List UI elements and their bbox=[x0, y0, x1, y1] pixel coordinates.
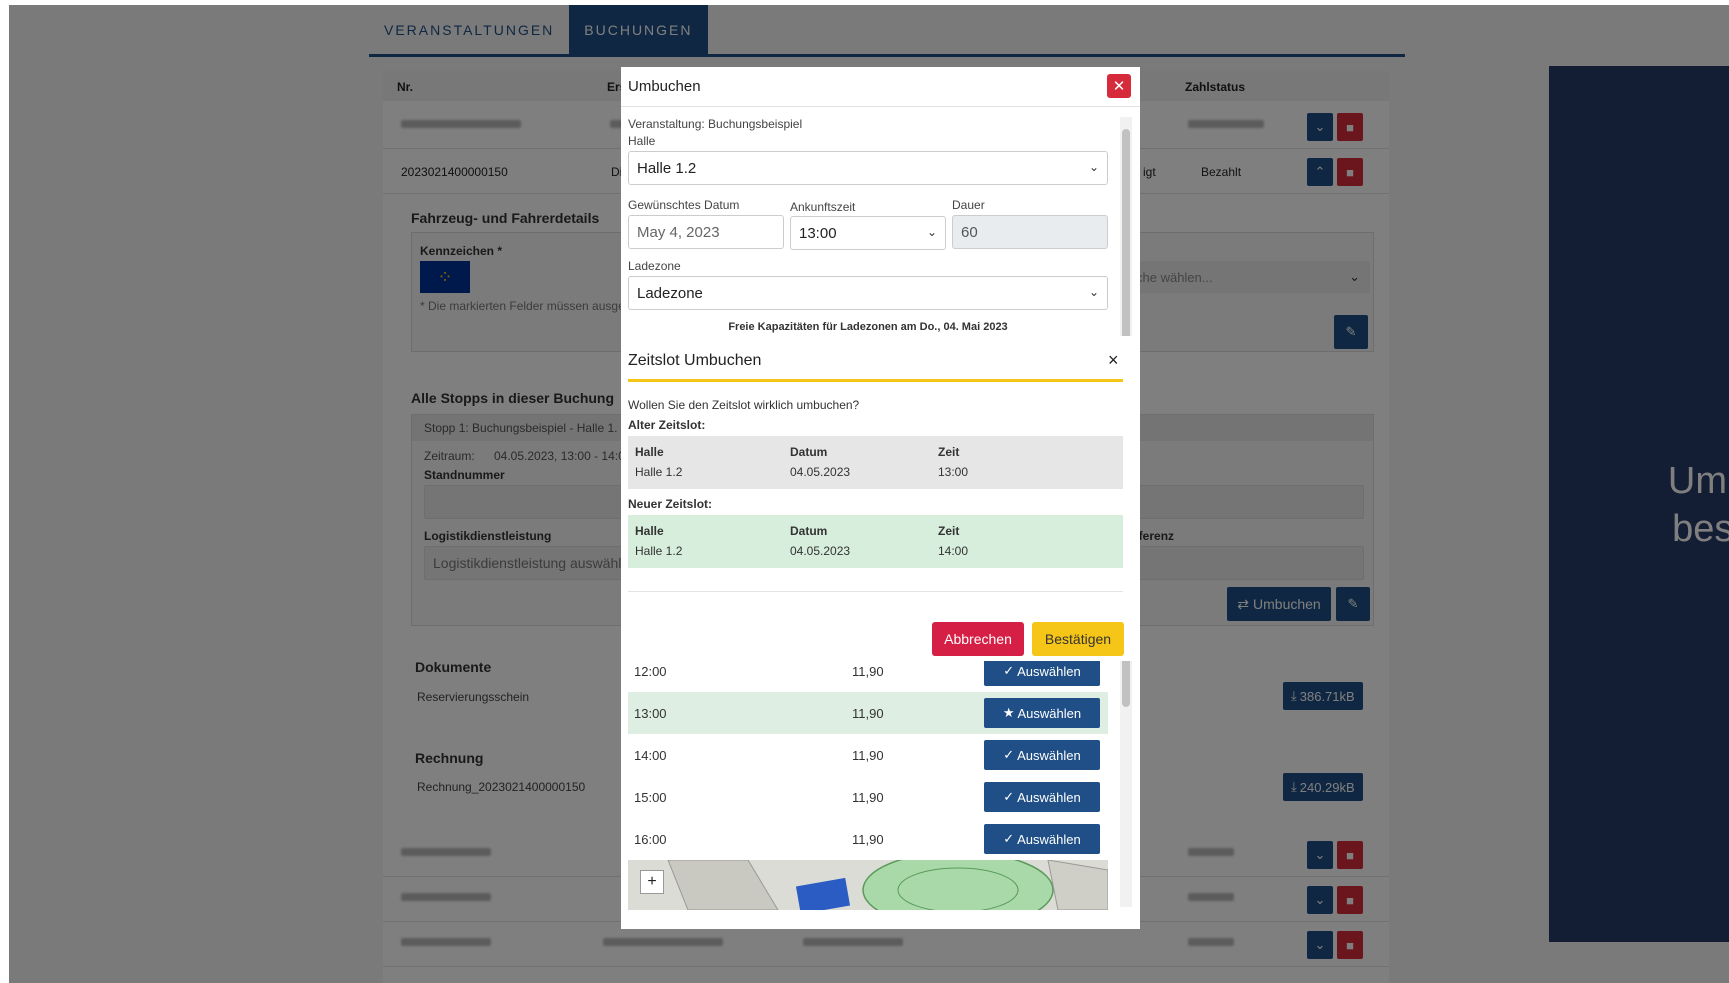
rebook-modal-title: Umbuchen bbox=[628, 78, 701, 95]
new-hall: Halle 1.2 bbox=[635, 544, 683, 558]
col-time: Zeit bbox=[938, 445, 960, 459]
slot-price: 11,90 bbox=[852, 790, 884, 805]
select-slot-button[interactable]: ★ Auswählen bbox=[984, 698, 1100, 728]
confirm-button[interactable]: Bestätigen bbox=[1032, 622, 1124, 656]
confirm-modal-title: Zeitslot Umbuchen bbox=[628, 352, 762, 369]
date-value: May 4, 2023 bbox=[637, 224, 720, 241]
hall-value: Halle 1.2 bbox=[637, 160, 697, 177]
date-label: Gewünschtes Datum bbox=[628, 198, 740, 212]
date-input[interactable]: May 4, 2023 bbox=[628, 215, 784, 249]
check-icon: ✓ bbox=[1003, 663, 1015, 678]
duration-label: Dauer bbox=[952, 198, 985, 212]
event-label: Veranstaltung: Buchungsbeispiel bbox=[628, 117, 803, 131]
confirm-modal: Zeitslot Umbuchen × Wollen Sie den Zeits… bbox=[621, 336, 1140, 661]
select-label: Auswählen bbox=[1017, 789, 1081, 805]
col-date: Datum bbox=[790, 445, 828, 459]
slot-row-current: 13:00 11,90 ★ Auswählen bbox=[628, 692, 1108, 734]
new-time: 14:00 bbox=[938, 544, 969, 558]
close-button[interactable]: ✕ bbox=[1107, 74, 1131, 98]
chevron-down-icon: ⌄ bbox=[1088, 285, 1099, 299]
duration-value: 60 bbox=[961, 224, 978, 241]
slot-row: 16:00 11,90 ✓ Auswählen bbox=[628, 818, 1108, 860]
check-icon: ✓ bbox=[1003, 789, 1015, 804]
close-icon[interactable]: × bbox=[1108, 350, 1119, 371]
slot-row: 15:00 11,90 ✓ Auswählen bbox=[628, 776, 1108, 818]
col-time: Zeit bbox=[938, 524, 960, 538]
slot-price: 11,90 bbox=[852, 664, 884, 679]
site-map-image bbox=[628, 860, 1108, 910]
old-date: 04.05.2023 bbox=[790, 465, 851, 479]
new-slot-box: Halle Datum Zeit Halle 1.2 04.05.2023 14… bbox=[628, 515, 1123, 568]
col-hall: Halle bbox=[635, 445, 664, 459]
old-time: 13:00 bbox=[938, 465, 969, 479]
col-hall: Halle bbox=[635, 524, 664, 538]
slot-time: 14:00 bbox=[634, 748, 667, 763]
select-slot-button[interactable]: ✓ Auswählen bbox=[984, 782, 1100, 812]
rebook-modal-header: Umbuchen ✕ bbox=[621, 67, 1140, 107]
zone-label: Ladezone bbox=[628, 259, 681, 273]
old-slot-box: Halle Datum Zeit Halle 1.2 04.05.2023 13… bbox=[628, 436, 1123, 489]
slot-time: 12:00 bbox=[634, 664, 667, 679]
old-hall: Halle 1.2 bbox=[635, 465, 683, 479]
arrival-value: 13:00 bbox=[799, 225, 837, 242]
screen: VERANSTALTUNGEN BUCHUNGEN Nr. Erst Zahls… bbox=[9, 5, 1729, 983]
new-slot-label: Neuer Zeitslot: bbox=[628, 497, 713, 511]
confirm-question: Wollen Sie den Zeitslot wirklich umbuche… bbox=[628, 398, 860, 412]
chevron-down-icon: ⌄ bbox=[1088, 160, 1099, 174]
slot-time: 15:00 bbox=[634, 790, 667, 805]
capacity-heading: Freie Kapazitäten für Ladezonen am Do., … bbox=[728, 321, 1008, 333]
slot-price: 11,90 bbox=[852, 748, 884, 763]
arrival-select[interactable]: 13:00 ⌄ bbox=[790, 216, 946, 250]
chevron-down-icon: ⌄ bbox=[926, 225, 937, 239]
select-label: Auswählen bbox=[1017, 663, 1081, 679]
star-icon: ★ bbox=[1002, 705, 1015, 720]
hall-label: Halle bbox=[628, 134, 656, 148]
select-label: Auswählen bbox=[1017, 831, 1081, 847]
duration-input: 60 bbox=[952, 215, 1108, 249]
check-icon: ✓ bbox=[1003, 747, 1015, 762]
old-slot-label: Alter Zeitslot: bbox=[628, 418, 706, 432]
title-underline bbox=[628, 379, 1123, 382]
new-date: 04.05.2023 bbox=[790, 544, 851, 558]
col-date: Datum bbox=[790, 524, 828, 538]
slot-time: 16:00 bbox=[634, 832, 667, 847]
arrival-label: Ankunftszeit bbox=[790, 200, 856, 214]
map-zoom-in-button[interactable]: + bbox=[640, 870, 664, 894]
slot-time: 13:00 bbox=[634, 706, 667, 721]
select-label: Auswählen bbox=[1017, 705, 1082, 721]
site-map[interactable]: + bbox=[628, 860, 1108, 910]
hall-select[interactable]: Halle 1.2 ⌄ bbox=[628, 151, 1108, 185]
slot-price: 11,90 bbox=[852, 832, 884, 847]
select-slot-button[interactable]: ✓ Auswählen bbox=[984, 740, 1100, 770]
divider bbox=[628, 591, 1123, 592]
select-slot-button[interactable]: ✓ Auswählen bbox=[984, 824, 1100, 854]
close-icon: ✕ bbox=[1112, 78, 1126, 95]
slot-price: 11,90 bbox=[852, 706, 884, 721]
check-icon: ✓ bbox=[1003, 831, 1015, 846]
slot-row: 14:00 11,90 ✓ Auswählen bbox=[628, 734, 1108, 776]
select-label: Auswählen bbox=[1017, 747, 1081, 763]
zone-value: Ladezone bbox=[637, 285, 703, 302]
zone-select[interactable]: Ladezone ⌄ bbox=[628, 276, 1108, 310]
cancel-button[interactable]: Abbrechen bbox=[932, 622, 1024, 656]
